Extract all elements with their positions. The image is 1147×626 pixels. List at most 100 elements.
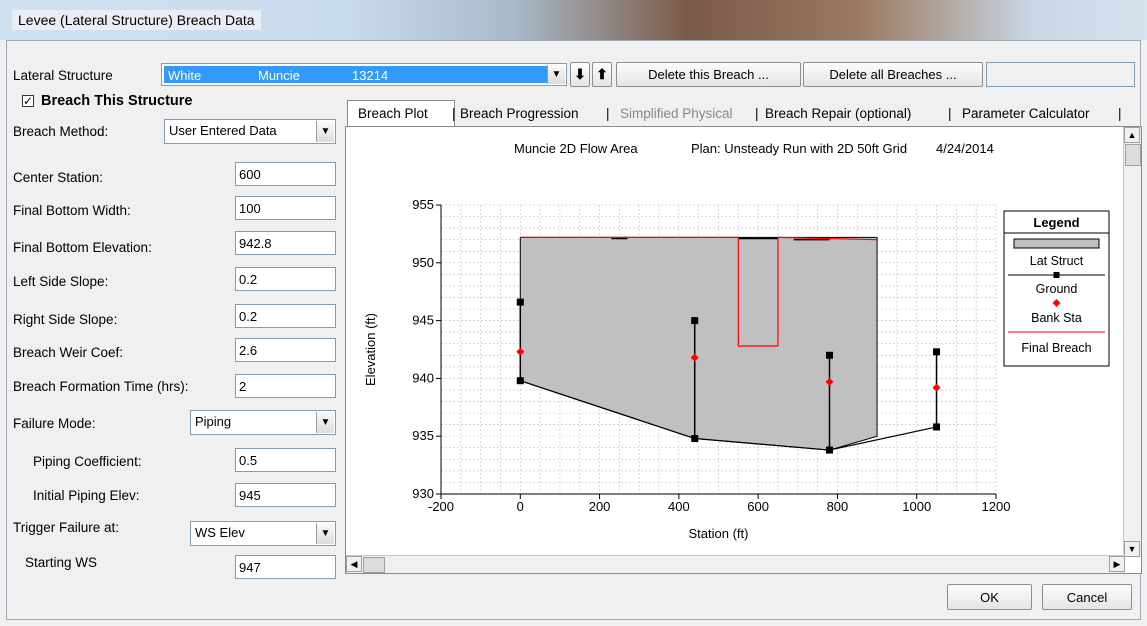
legend-marker-ground <box>1053 272 1060 278</box>
breach-formation-time-label: Breach Formation Time (hrs): <box>13 379 189 394</box>
tab-separator: | <box>452 105 456 121</box>
tab-breach-repair[interactable]: Breach Repair (optional) <box>765 102 911 124</box>
breach-weir-coef-input[interactable] <box>235 338 336 362</box>
tab-separator: | <box>606 105 610 121</box>
y-tick-label: 955 <box>412 197 434 212</box>
title-bar: Levee (Lateral Structure) Breach Data <box>0 0 1147 40</box>
x-axis-label: Station (ft) <box>689 526 749 541</box>
breach-formation-time-input[interactable] <box>235 374 336 398</box>
breach-plot-chart: Muncie 2D Flow Area Plan: Unsteady Run wi… <box>363 141 1110 541</box>
left-side-slope-label: Left Side Slope: <box>13 274 109 289</box>
arrow-up-icon[interactable]: ⬆ <box>592 62 612 87</box>
starting-ws-input[interactable] <box>235 555 336 579</box>
tab-simplified-physical[interactable]: Simplified Physical <box>620 102 733 124</box>
scroll-left-icon[interactable]: ◀ <box>346 556 362 572</box>
breach-structure-checkbox[interactable]: ✓ <box>22 95 34 107</box>
breach-dialog: Levee (Lateral Structure) Breach Data La… <box>0 0 1147 626</box>
legend-label-final-breach: Final Breach <box>1021 341 1091 355</box>
ground-marker <box>933 423 941 431</box>
center-station-label: Center Station: <box>13 170 104 185</box>
starting-ws-label: Starting WS <box>25 555 98 570</box>
y-tick-label: 930 <box>412 486 434 501</box>
final-bottom-width-label: Final Bottom Width: <box>13 203 131 218</box>
breach-method-label: Breach Method: <box>13 124 109 139</box>
x-tick-label: 1200 <box>982 499 1011 514</box>
legend-title: Legend <box>1033 215 1079 230</box>
ground-post-marker <box>826 351 833 359</box>
cancel-button[interactable]: Cancel <box>1042 584 1132 610</box>
center-station-input[interactable] <box>235 162 336 186</box>
legend-label-lat-struct: Lat Struct <box>1030 254 1084 268</box>
y-tick-label: 940 <box>412 370 434 385</box>
breach-plot-panel: Muncie 2D Flow Area Plan: Unsteady Run wi… <box>345 126 1142 574</box>
tab-breach-progression[interactable]: Breach Progression <box>460 102 579 124</box>
x-tick-label: 200 <box>589 499 611 514</box>
chevron-down-icon[interactable]: ▼ <box>316 523 334 544</box>
delete-all-breaches-button[interactable]: Delete all Breaches ... <box>803 62 983 87</box>
legend-swatch-lat-struct <box>1013 238 1100 249</box>
chart-plan-name: Plan: Unsteady Run with 2D 50ft Grid <box>691 141 907 156</box>
right-side-slope-input[interactable] <box>235 304 336 328</box>
breach-method-value: User Entered Data <box>169 123 277 138</box>
final-bottom-elevation-input[interactable] <box>235 231 336 255</box>
x-tick-label: -200 <box>428 499 454 514</box>
failure-mode-select[interactable]: Piping ▼ <box>190 410 336 435</box>
x-tick-label: 400 <box>668 499 690 514</box>
ground-post-marker <box>516 298 524 306</box>
chart-date: 4/24/2014 <box>936 141 994 156</box>
arrow-down-icon[interactable]: ⬇ <box>570 62 590 87</box>
trigger-failure-select[interactable]: WS Elev ▼ <box>190 521 336 546</box>
breach-weir-coef-label: Breach Weir Coef: <box>13 345 124 360</box>
chevron-down-icon[interactable]: ▼ <box>316 121 334 142</box>
x-tick-label: 0 <box>517 499 524 514</box>
tab-parameter-calculator[interactable]: Parameter Calculator <box>962 102 1090 124</box>
horizontal-scroll-thumb[interactable] <box>363 557 385 573</box>
lat-struct-area <box>519 236 878 451</box>
initial-piping-elev-label: Initial Piping Elev: <box>33 488 140 503</box>
x-tick-label: 800 <box>827 499 849 514</box>
scroll-up-icon[interactable]: ▲ <box>1124 127 1140 143</box>
ground-marker <box>691 435 699 443</box>
scroll-down-icon[interactable]: ▼ <box>1124 541 1140 557</box>
tab-separator: | <box>755 105 759 121</box>
lateral-structure-label: Lateral Structure <box>13 68 113 83</box>
right-side-slope-label: Right Side Slope: <box>13 312 118 327</box>
legend-label-ground: Ground <box>1036 282 1078 296</box>
final-bottom-elevation-label: Final Bottom Elevation: <box>13 240 152 255</box>
y-tick-label: 945 <box>412 313 434 328</box>
horizontal-scrollbar[interactable]: ◀ ▶ <box>346 555 1125 573</box>
left-side-slope-input[interactable] <box>235 267 336 291</box>
bank-sta-marker <box>932 383 941 392</box>
chevron-down-icon[interactable]: ▼ <box>547 65 565 84</box>
tab-separator: | <box>948 105 952 121</box>
ground-marker <box>826 446 833 454</box>
legend-label-bank-sta: Bank Sta <box>1031 311 1082 325</box>
failure-mode-value: Piping <box>195 414 232 429</box>
ground-marker <box>516 377 524 385</box>
final-bottom-width-input[interactable] <box>235 196 336 220</box>
initial-piping-elev-input[interactable] <box>235 483 336 507</box>
station-value: 13214 <box>352 68 389 83</box>
trigger-failure-value: WS Elev <box>195 525 245 540</box>
x-tick-label: 600 <box>747 499 769 514</box>
ground-post-marker <box>691 317 699 325</box>
delete-this-breach-button[interactable]: Delete this Breach ... <box>616 62 801 87</box>
ground-post-marker <box>933 348 941 356</box>
vertical-scroll-thumb[interactable] <box>1125 144 1141 166</box>
window-title: Levee (Lateral Structure) Breach Data <box>12 10 261 30</box>
scroll-right-icon[interactable]: ▶ <box>1109 556 1125 572</box>
vertical-scrollbar[interactable]: ▲ ▼ <box>1123 127 1141 557</box>
reach-name: Muncie <box>258 68 300 83</box>
piping-coefficient-label: Piping Coefficient: <box>33 454 142 469</box>
trigger-failure-label: Trigger Failure at: <box>13 520 120 535</box>
y-tick-label: 950 <box>412 255 434 270</box>
failure-mode-label: Failure Mode: <box>13 416 96 431</box>
y-tick-label: 935 <box>412 428 434 443</box>
piping-coefficient-input[interactable] <box>235 448 336 472</box>
ok-button[interactable]: OK <box>947 584 1032 610</box>
breach-method-select[interactable]: User Entered Data ▼ <box>164 119 336 144</box>
chevron-down-icon[interactable]: ▼ <box>316 412 334 433</box>
lateral-structure-select[interactable]: White Muncie 13214 ▼ <box>161 63 567 86</box>
tab-breach-plot[interactable]: Breach Plot <box>358 102 428 124</box>
breach-structure-label: Breach This Structure <box>41 93 193 109</box>
